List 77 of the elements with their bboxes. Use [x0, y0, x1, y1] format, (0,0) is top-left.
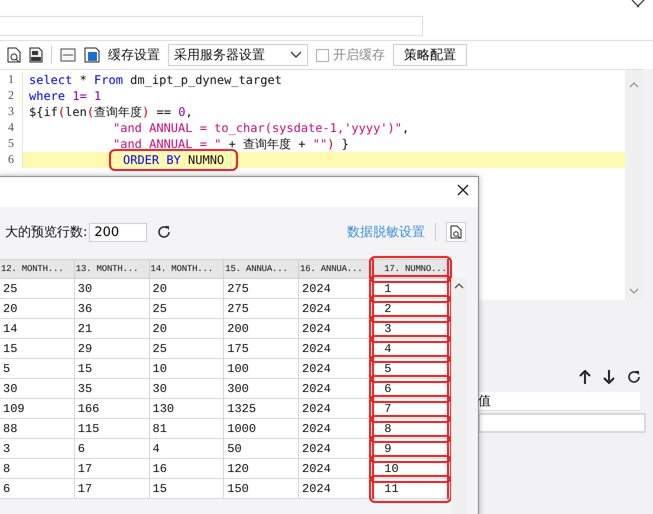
table-cell: 14 [0, 318, 74, 338]
table-cell: 275 [224, 278, 298, 298]
table-cell: 17 [74, 478, 149, 498]
scrollbar[interactable] [451, 278, 467, 514]
table-cell: 88 [0, 418, 74, 438]
table-cell: 1325 [224, 398, 298, 418]
max-rows-label: 大的预览行数: [5, 224, 88, 241]
table-cell: 6 [0, 478, 74, 498]
table-cell: 5 [0, 358, 74, 378]
table-cell: 100 [224, 358, 298, 378]
arrow-down-icon[interactable] [603, 370, 615, 384]
column-header[interactable]: 15. ANNUA... [224, 260, 298, 278]
preview-button[interactable] [446, 222, 466, 242]
table-cell: 29 [74, 338, 149, 358]
table-cell: 166 [74, 398, 149, 418]
cache-settings-label: 缓存设置 [108, 47, 160, 64]
table-cell: 175 [224, 338, 298, 358]
table-cell: 1000 [224, 418, 298, 438]
column-header[interactable]: 12. MONTH... [0, 260, 74, 278]
column-header[interactable]: 14. MONTH... [149, 260, 224, 278]
line-number: 6 [0, 152, 22, 168]
preview-icon[interactable] [7, 47, 21, 63]
table-cell: 16 [149, 458, 224, 478]
strategy-config-button[interactable]: 策略配置 [393, 44, 467, 66]
table-cell: 20 [0, 298, 74, 318]
table-cell: 15 [149, 478, 224, 498]
document-search-icon [450, 225, 462, 239]
cache-select[interactable]: 采用服务器设置 [168, 44, 308, 66]
table-cell: 81 [149, 418, 224, 438]
table-cell: 30 [0, 378, 74, 398]
table-cell: 50 [224, 438, 298, 458]
chevron-down-icon [290, 51, 302, 59]
arrow-up-icon[interactable] [579, 370, 591, 384]
table-cell: 6 [74, 438, 149, 458]
code-line: "and ANNUAL = to_char(sysdate-1,'yyyy')", [22, 120, 410, 136]
table-cell: 115 [74, 418, 149, 438]
table-cell: 30 [74, 278, 149, 298]
save-icon[interactable] [84, 47, 100, 63]
table-cell: 130 [149, 398, 224, 418]
table-cell: 10 [149, 358, 224, 378]
table-cell: 200 [224, 318, 298, 338]
table-cell: 20 [149, 318, 224, 338]
value-field[interactable] [478, 413, 646, 433]
sql-file-icon[interactable] [29, 47, 43, 63]
close-icon[interactable] [631, 0, 645, 8]
table-cell: 4 [149, 438, 224, 458]
table-cell: 109 [0, 398, 74, 418]
refresh-icon[interactable] [627, 370, 641, 384]
table-cell: 150 [224, 478, 298, 498]
refresh-icon[interactable] [157, 225, 172, 239]
name-field[interactable] [0, 16, 423, 36]
code-line: where 1= 1 [22, 88, 102, 104]
max-rows-field[interactable]: 200 [89, 222, 148, 242]
table-cell: 35 [74, 378, 149, 398]
column-header[interactable]: 13. MONTH... [74, 260, 149, 278]
table-cell: 275 [224, 298, 298, 318]
table-cell: 25 [149, 338, 224, 358]
table-cell: 25 [149, 298, 224, 318]
table-cell: 30 [149, 378, 224, 398]
code-line: select * From dm_ipt_p_dynew_target [22, 72, 282, 88]
table-cell: 300 [224, 378, 298, 398]
table-cell: 3 [0, 438, 74, 458]
table-cell: 25 [0, 278, 74, 298]
value-column-header: 值 [478, 394, 491, 409]
table-cell: 20 [149, 278, 224, 298]
table-cell: 17 [74, 458, 149, 478]
table-cell: 15 [74, 358, 149, 378]
table-cell: 21 [74, 318, 149, 338]
chevron-up-icon[interactable] [454, 283, 464, 289]
table-cell: 120 [224, 458, 298, 478]
table-cell: 36 [74, 298, 149, 318]
table-cell: 8 [0, 458, 74, 478]
column-header[interactable]: 16. ANNUA... [298, 260, 374, 278]
close-icon[interactable] [457, 184, 469, 196]
code-line: ${if(len(查询年度) == 0, [22, 104, 193, 120]
table-cell: 15 [0, 338, 74, 358]
sql-format-icon[interactable] [60, 47, 76, 63]
